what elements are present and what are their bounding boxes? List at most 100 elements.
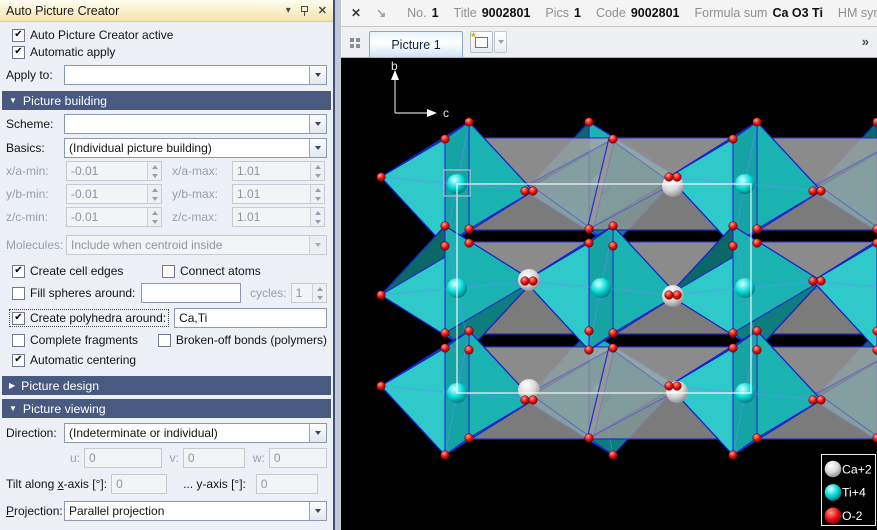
automatic-centering-checkbox[interactable]: ✔ [12,354,25,367]
new-picture-dropdown[interactable] [494,31,507,53]
field-formula-sum: Formula sumCa O3 Ti [695,6,823,20]
connect-atoms-label: Connect atoms [180,264,261,278]
chevron-down-icon[interactable] [309,66,326,84]
v-field: 0 [183,448,245,468]
cycles-label: cycles: [250,286,287,300]
projection-label: Projection: [6,504,64,518]
section-picture-building[interactable]: ▼ Picture building [2,91,331,110]
automatic-centering-label: Automatic centering [30,353,136,367]
chevron-down-icon[interactable] [309,502,326,520]
basics-combo[interactable]: (Individual picture building) [64,138,327,158]
spin-up-icon[interactable] [313,284,326,293]
legend-sphere-O-2 [825,508,842,525]
app-window: Auto Picture Creator ▾ ✕ ✔ Auto Picture … [0,0,877,530]
tilt-y-field: 0 [256,474,318,494]
xa-min-spinner[interactable]: -0.01 [66,161,162,181]
spin-down-icon[interactable] [313,293,326,302]
field-title: Title9002801 [454,6,531,20]
direction-combo[interactable]: (Indeterminate or individual) [64,423,327,443]
polyhedra-atoms-input[interactable]: Ca,Ti [174,308,327,328]
xa-min-label: x/a-min: [6,164,66,178]
spin-up-icon[interactable] [311,185,324,194]
fill-spheres-input[interactable] [141,283,241,303]
broken-off-bonds-checkbox[interactable] [158,334,171,347]
tilt-y-label: ... y-axis [°]: [183,477,246,491]
spin-down-icon[interactable] [148,217,161,226]
create-polyhedra-label: Create polyhedra around: [30,311,166,325]
auto-creator-active-checkbox[interactable]: ✔ [12,29,25,42]
direction-label: Direction: [6,426,64,440]
spin-down-icon[interactable] [311,194,324,203]
zc-min-label: z/c-min: [6,210,66,224]
section-picture-design[interactable]: ▶ Picture design [2,376,331,395]
new-picture-button[interactable]: * [470,31,493,53]
spin-down-icon[interactable] [311,171,324,180]
structure-header-bar: ✕ ↘ No.1 Title9002801 Pics1 Code9002801 … [341,0,877,27]
spin-up-icon[interactable] [148,208,161,217]
zc-max-spinner[interactable]: 1.01 [232,207,325,227]
projection-combo[interactable]: Parallel projection [64,501,327,521]
spin-up-icon[interactable] [311,208,324,217]
spin-down-icon[interactable] [148,171,161,180]
cycles-spinner[interactable]: 1 [291,283,327,303]
yb-min-label: y/b-min: [6,187,66,201]
basics-label: Basics: [6,141,64,155]
xa-max-spinner[interactable]: 1.01 [232,161,325,181]
structure-canvas[interactable]: bcCa+2Ti+4O-2 [341,58,877,530]
create-cell-edges-label: Create cell edges [30,264,123,278]
complete-fragments-checkbox[interactable] [12,334,25,347]
spin-up-icon[interactable] [311,162,324,171]
panel-splitter[interactable] [333,0,341,530]
spin-up-icon[interactable] [148,162,161,171]
complete-fragments-label: Complete fragments [30,333,138,347]
field-code: Code9002801 [596,6,680,20]
panel-title-bar: Auto Picture Creator ▾ ✕ [0,0,333,22]
legend-sphere-Ca+2 [825,461,842,478]
create-polyhedra-checkbox[interactable]: ✔ [12,312,25,325]
auto-picture-creator-panel: Auto Picture Creator ▾ ✕ ✔ Auto Picture … [0,0,333,530]
spin-down-icon[interactable] [148,194,161,203]
molecules-combo: Include when centroid inside [66,235,327,255]
spin-down-icon[interactable] [311,217,324,226]
tilt-x-label: Tilt along x-axis [°]: [6,477,107,491]
chevron-down-icon [309,236,326,254]
chevron-down-icon[interactable] [309,424,326,442]
collapse-icon: ▼ [9,96,17,105]
axis-b-label: b [391,59,398,73]
zc-min-spinner[interactable]: -0.01 [66,207,162,227]
yb-max-spinner[interactable]: 1.01 [232,184,325,204]
chevron-down-icon[interactable] [309,139,326,157]
spin-up-icon[interactable] [148,185,161,194]
field-no: No.1 [407,6,438,20]
section-picture-viewing[interactable]: ▼ Picture viewing [2,399,331,418]
tile-view-icon[interactable] [350,38,360,48]
close-icon[interactable]: ✕ [318,4,327,17]
field-pics: Pics1 [545,6,581,20]
create-cell-edges-checkbox[interactable]: ✔ [12,265,25,278]
legend-label: Ca+2 [842,462,872,476]
axes-indicator: bc [391,59,449,120]
scheme-combo[interactable] [64,114,327,134]
tilt-x-field: 0 [111,474,167,494]
xa-max-label: x/a-max: [172,164,232,178]
molecules-label: Molecules: [6,238,66,252]
u-field: 0 [84,448,162,468]
chevron-down-icon[interactable] [309,115,326,133]
close-record-icon[interactable]: ✕ [351,6,361,20]
yb-min-spinner[interactable]: -0.01 [66,184,162,204]
tab-picture-1[interactable]: Picture 1 [369,31,463,57]
automatic-apply-checkbox[interactable]: ✔ [12,46,25,59]
automatic-apply-label: Automatic apply [30,45,115,59]
pin-icon[interactable] [301,6,308,16]
apply-to-combo[interactable] [64,65,327,85]
w-label: w: [253,451,265,465]
create-polyhedra-focus: ✔ Create polyhedra around: [10,310,168,326]
structure-viewport[interactable]: bcCa+2Ti+4O-2 [341,58,877,530]
goto-icon[interactable]: ↘ [376,6,386,20]
connect-atoms-checkbox[interactable] [162,265,175,278]
legend-label: Ti+4 [842,486,866,500]
tab-overflow-chevron[interactable]: » [862,34,868,49]
new-picture-icon: * [475,37,488,48]
fill-spheres-checkbox[interactable] [12,287,25,300]
window-menu-icon[interactable]: ▾ [286,5,291,16]
